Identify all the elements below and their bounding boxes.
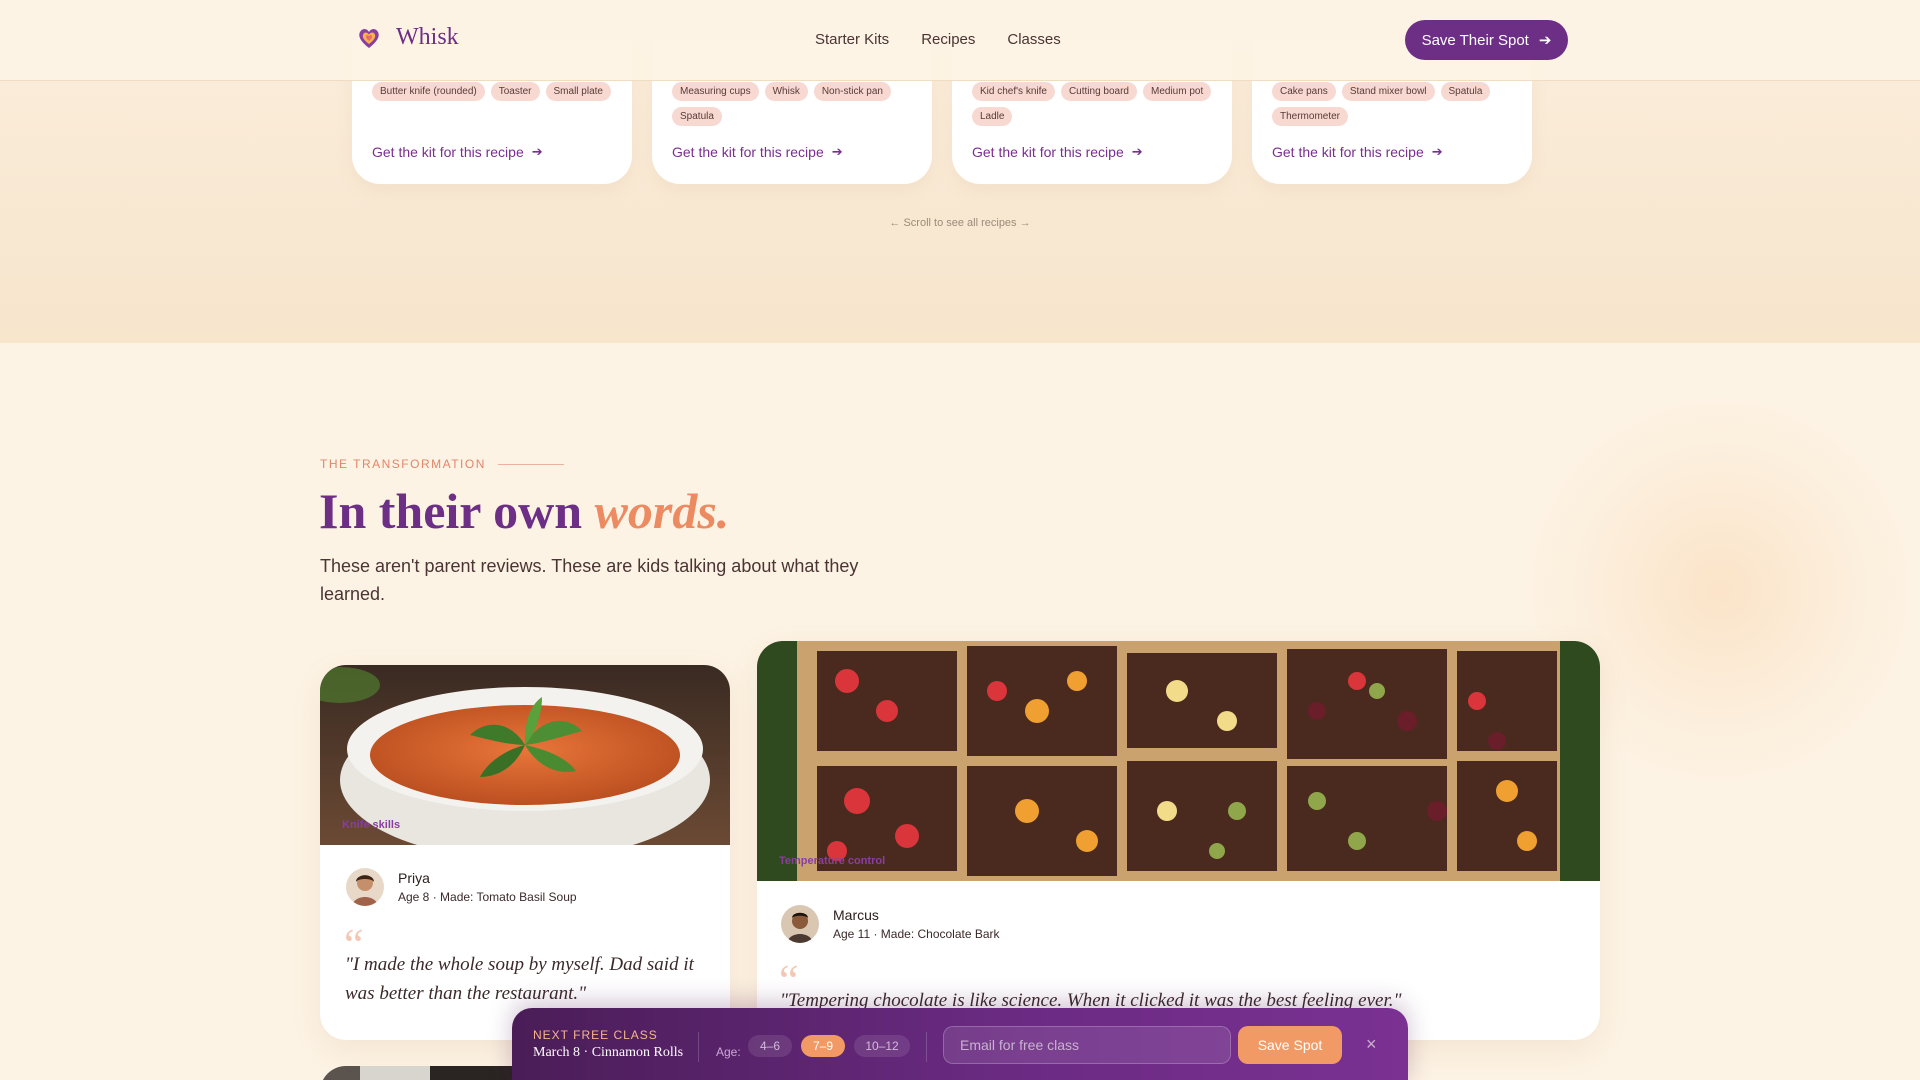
section-subtitle: These aren't parent reviews. These are k… [320,556,859,604]
tool-tag: Small plate [545,82,611,101]
kid-meta: Age 8 · Made: Tomato Basil Soup [398,890,577,904]
tool-tag: Cake pans [1272,82,1336,101]
tool-tag: Cutting board [1060,82,1137,101]
chocolate-bark-illustration [757,641,1600,881]
testimonial-card: Temperature control Marcus Age 11 · Made… [757,641,1600,1040]
free-class-sticky-bar: NEXT FREE CLASS March 8 · Cinnamon Rolls… [512,1008,1408,1080]
get-kit-link[interactable]: Get the kit for this recipe ➔ [1272,144,1443,160]
arrow-right-icon: ➔ [531,144,543,159]
tool-tag: Non-stick pan [813,82,891,101]
tool-tag: Thermometer [1272,107,1349,126]
soup-photo: Knife skills [320,665,730,845]
kid-info: Priya Age 8 · Made: Tomato Basil Soup [398,870,577,904]
next-class-label: NEXT FREE CLASS [533,1028,658,1042]
get-kit-link[interactable]: Get the kit for this recipe ➔ [372,144,543,160]
avatar [346,868,384,906]
tool-tag: Measuring cups [672,82,759,101]
soup-bowl-illustration [320,665,730,845]
skill-caption: Knife skills [342,819,401,831]
kid-info: Marcus Age 11 · Made: Chocolate Bark [833,907,1000,941]
testimonial-card: Knife skills Priya Age 8 · Made: Tomato … [320,665,730,1040]
get-kit-label: Get the kit for this recipe [1272,144,1424,160]
arrow-right-icon: ➔ [1431,144,1443,159]
headline-accent: words. [594,483,730,539]
kid-meta: Age 11 · Made: Chocolate Bark [833,927,1000,941]
brand-logo[interactable]: Whisk [356,24,459,51]
divider [926,1032,927,1062]
get-kit-link[interactable]: Get the kit for this recipe ➔ [672,144,843,160]
brand-name: Whisk [396,24,459,50]
age-option-10-12[interactable]: 10–12 [854,1035,910,1057]
tool-tags: Measuring cups Whisk Non-stick pan Spatu… [672,82,916,126]
scroll-hint: ← Scroll to see all recipes → [889,217,1031,229]
age-option-4-6[interactable]: 4–6 [748,1035,792,1057]
tool-tag: Toaster [490,82,540,101]
get-kit-label: Get the kit for this recipe [372,144,524,160]
divider [698,1032,699,1062]
get-kit-label: Get the kit for this recipe [972,144,1124,160]
next-class-info: March 8 · Cinnamon Rolls [533,1045,684,1060]
kid-profile: Priya Age 8 · Made: Tomato Basil Soup [346,868,577,906]
save-spot-button[interactable]: Save Spot [1238,1026,1342,1064]
eyebrow-text: THE TRANSFORMATION [320,457,486,471]
avatar [781,905,819,943]
testimonial-quote: "I made the whole soup by myself. Dad sa… [345,954,694,1004]
nav-starter-kits[interactable]: Starter Kits [815,31,889,48]
tool-tag: Butter knife (rounded) [372,82,485,101]
tool-tags: Cake pans Stand mixer bowl Spatula Therm… [1272,82,1516,126]
main-nav: Starter Kits Recipes Classes [815,31,1061,48]
nav-classes[interactable]: Classes [1007,31,1060,48]
skill-caption: Temperature control [779,855,886,867]
kid-name: Priya [398,870,430,886]
tool-tag: Stand mixer bowl [1341,82,1435,101]
arrow-right-icon: ➔ [831,144,843,159]
headline-text: In their own [319,483,583,539]
email-field[interactable] [943,1026,1231,1064]
section-headline: In their own words. [319,482,729,540]
tool-tags: Kid chef's knife Cutting board Medium po… [972,82,1216,126]
kid-name: Marcus [833,907,879,923]
age-label: Age: [716,1045,741,1059]
save-their-spot-label: Save Their Spot [1421,31,1529,49]
section-eyebrow: THE TRANSFORMATION [320,457,564,471]
tool-tag: Spatula [1440,82,1491,101]
chocolate-bark-photo: Temperature control [757,641,1600,881]
arrow-right-icon: ➔ [1538,32,1552,49]
tool-tag: Ladle [972,107,1013,126]
get-kit-label: Get the kit for this recipe [672,144,824,160]
eyebrow-divider [497,463,564,465]
kid-profile: Marcus Age 11 · Made: Chocolate Bark [781,905,1000,943]
tool-tag: Spatula [672,107,722,126]
get-kit-link[interactable]: Get the kit for this recipe ➔ [972,144,1143,160]
age-option-7-9[interactable]: 7–9 [801,1035,845,1057]
tool-tag: Kid chef's knife [972,82,1055,101]
arrow-right-icon: ➔ [1131,144,1143,159]
save-their-spot-button[interactable]: Save Their Spot ➔ [1405,20,1568,60]
site-header: Whisk Starter Kits Recipes Classes Save … [0,0,1920,81]
tool-tag: Whisk [764,82,808,101]
close-icon[interactable]: × [1366,1034,1377,1055]
heart-whisk-logo-icon [359,28,379,48]
nav-recipes[interactable]: Recipes [921,31,975,48]
tool-tags: Butter knife (rounded) Toaster Small pla… [372,82,616,101]
tool-tag: Medium pot [1143,82,1212,101]
